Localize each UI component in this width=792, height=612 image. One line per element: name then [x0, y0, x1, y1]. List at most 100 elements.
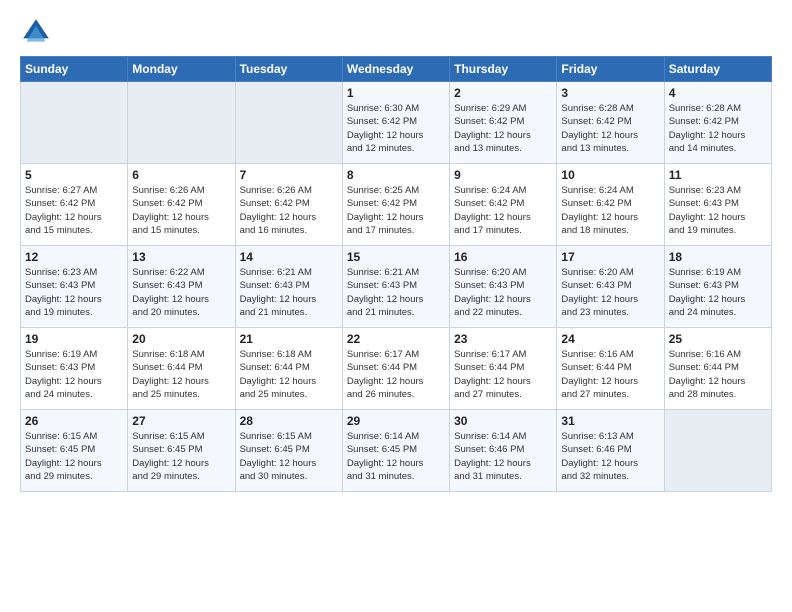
calendar-cell: 18 Sunrise: 6:19 AM Sunset: 6:43 PM Dayli… — [664, 246, 771, 328]
calendar-cell: 27 Sunrise: 6:15 AM Sunset: 6:45 PM Dayli… — [128, 410, 235, 492]
day-info: Sunrise: 6:28 AM Sunset: 6:42 PM Dayligh… — [561, 102, 659, 155]
calendar-week-3: 12Sunrise: 6:23 AM Sunset: 6:43 PM Dayli… — [21, 246, 772, 328]
calendar-cell: 24Sunrise: 6:16 AM Sunset: 6:44 PM Dayli… — [557, 328, 664, 410]
day-info: Sunrise: 6:21 AM Sunset: 6:43 PM Dayligh… — [347, 266, 445, 319]
day-info: Sunrise: 6:15 AM Sunset: 6:45 PM Dayligh… — [240, 430, 338, 483]
calendar-cell: 19 Sunrise: 6:19 AM Sunset: 6:43 PM Dayli… — [21, 328, 128, 410]
calendar-cell: 29 Sunrise: 6:14 AM Sunset: 6:45 PM Dayli… — [342, 410, 449, 492]
weekday-header-sunday: Sunday — [21, 57, 128, 82]
day-number: 11 — [669, 168, 767, 182]
day-info: Sunrise: 6:19 AM Sunset: 6:43 PM Dayligh… — [669, 266, 767, 319]
day-info: Sunrise: 6:18 AM Sunset: 6:44 PM Dayligh… — [240, 348, 338, 401]
day-number: 2 — [454, 86, 552, 100]
day-number: 16 — [454, 250, 552, 264]
calendar-cell — [21, 82, 128, 164]
calendar-cell: 22 Sunrise: 6:17 AM Sunset: 6:44 PM Dayli… — [342, 328, 449, 410]
day-number: 10 — [561, 168, 659, 182]
day-info: Sunrise: 6:17 AM Sunset: 6:44 PM Dayligh… — [347, 348, 445, 401]
day-number: 8 — [347, 168, 445, 182]
day-info: Sunrise: 6:17 AM Sunset: 6:44 PM Dayligh… — [454, 348, 552, 401]
calendar-cell: 16 Sunrise: 6:20 AM Sunset: 6:43 PM Dayli… — [450, 246, 557, 328]
day-info: Sunrise: 6:24 AM Sunset: 6:42 PM Dayligh… — [561, 184, 659, 237]
header-area — [20, 16, 772, 48]
day-info: Sunrise: 6:23 AM Sunset: 6:43 PM Dayligh… — [669, 184, 767, 237]
day-info: Sunrise: 6:15 AM Sunset: 6:45 PM Dayligh… — [25, 430, 123, 483]
day-number: 1 — [347, 86, 445, 100]
day-info: Sunrise: 6:21 AM Sunset: 6:43 PM Dayligh… — [240, 266, 338, 319]
day-number: 18 — [669, 250, 767, 264]
day-number: 15 — [347, 250, 445, 264]
calendar-week-1: 1 Sunrise: 6:30 AM Sunset: 6:42 PM Daylig… — [21, 82, 772, 164]
day-info: Sunrise: 6:27 AM Sunset: 6:42 PM Dayligh… — [25, 184, 123, 237]
day-info: Sunrise: 6:26 AM Sunset: 6:42 PM Dayligh… — [132, 184, 230, 237]
day-number: 3 — [561, 86, 659, 100]
weekday-header-saturday: Saturday — [664, 57, 771, 82]
calendar-cell: 11 Sunrise: 6:23 AM Sunset: 6:43 PM Dayli… — [664, 164, 771, 246]
day-number: 27 — [132, 414, 230, 428]
day-info: Sunrise: 6:22 AM Sunset: 6:43 PM Dayligh… — [132, 266, 230, 319]
calendar-cell: 15 Sunrise: 6:21 AM Sunset: 6:43 PM Dayli… — [342, 246, 449, 328]
day-info: Sunrise: 6:16 AM Sunset: 6:44 PM Dayligh… — [561, 348, 659, 401]
calendar-cell: 12Sunrise: 6:23 AM Sunset: 6:43 PM Dayli… — [21, 246, 128, 328]
calendar-cell: 8 Sunrise: 6:25 AM Sunset: 6:42 PM Daylig… — [342, 164, 449, 246]
weekday-header-monday: Monday — [128, 57, 235, 82]
day-number: 21 — [240, 332, 338, 346]
logo-icon — [20, 16, 52, 48]
day-number: 22 — [347, 332, 445, 346]
calendar-cell: 23 Sunrise: 6:17 AM Sunset: 6:44 PM Dayli… — [450, 328, 557, 410]
calendar-cell: 6 Sunrise: 6:26 AM Sunset: 6:42 PM Daylig… — [128, 164, 235, 246]
day-info: Sunrise: 6:24 AM Sunset: 6:42 PM Dayligh… — [454, 184, 552, 237]
day-info: Sunrise: 6:14 AM Sunset: 6:46 PM Dayligh… — [454, 430, 552, 483]
day-info: Sunrise: 6:20 AM Sunset: 6:43 PM Dayligh… — [561, 266, 659, 319]
day-number: 20 — [132, 332, 230, 346]
calendar-cell: 4 Sunrise: 6:28 AM Sunset: 6:42 PM Daylig… — [664, 82, 771, 164]
calendar-cell: 26 Sunrise: 6:15 AM Sunset: 6:45 PM Dayli… — [21, 410, 128, 492]
calendar-cell: 1 Sunrise: 6:30 AM Sunset: 6:42 PM Daylig… — [342, 82, 449, 164]
day-number: 4 — [669, 86, 767, 100]
day-number: 13 — [132, 250, 230, 264]
calendar-cell: 25Sunrise: 6:16 AM Sunset: 6:44 PM Dayli… — [664, 328, 771, 410]
calendar-cell: 9 Sunrise: 6:24 AM Sunset: 6:42 PM Daylig… — [450, 164, 557, 246]
calendar-cell: 7 Sunrise: 6:26 AM Sunset: 6:42 PM Daylig… — [235, 164, 342, 246]
day-info: Sunrise: 6:14 AM Sunset: 6:45 PM Dayligh… — [347, 430, 445, 483]
calendar-cell: 21 Sunrise: 6:18 AM Sunset: 6:44 PM Dayli… — [235, 328, 342, 410]
calendar-week-4: 19 Sunrise: 6:19 AM Sunset: 6:43 PM Dayli… — [21, 328, 772, 410]
calendar-cell: 13 Sunrise: 6:22 AM Sunset: 6:43 PM Dayli… — [128, 246, 235, 328]
day-number: 14 — [240, 250, 338, 264]
day-info: Sunrise: 6:28 AM Sunset: 6:42 PM Dayligh… — [669, 102, 767, 155]
weekday-header-thursday: Thursday — [450, 57, 557, 82]
day-info: Sunrise: 6:26 AM Sunset: 6:42 PM Dayligh… — [240, 184, 338, 237]
day-number: 6 — [132, 168, 230, 182]
day-number: 28 — [240, 414, 338, 428]
weekday-header-row: SundayMondayTuesdayWednesdayThursdayFrid… — [21, 57, 772, 82]
calendar-week-5: 26 Sunrise: 6:15 AM Sunset: 6:45 PM Dayli… — [21, 410, 772, 492]
day-info: Sunrise: 6:29 AM Sunset: 6:42 PM Dayligh… — [454, 102, 552, 155]
calendar-table: SundayMondayTuesdayWednesdayThursdayFrid… — [20, 56, 772, 492]
day-number: 25 — [669, 332, 767, 346]
weekday-header-wednesday: Wednesday — [342, 57, 449, 82]
calendar-week-2: 5 Sunrise: 6:27 AM Sunset: 6:42 PM Daylig… — [21, 164, 772, 246]
day-number: 23 — [454, 332, 552, 346]
day-number: 5 — [25, 168, 123, 182]
day-info: Sunrise: 6:20 AM Sunset: 6:43 PM Dayligh… — [454, 266, 552, 319]
logo — [20, 16, 56, 48]
day-info: Sunrise: 6:25 AM Sunset: 6:42 PM Dayligh… — [347, 184, 445, 237]
calendar-cell — [664, 410, 771, 492]
day-number: 29 — [347, 414, 445, 428]
day-number: 7 — [240, 168, 338, 182]
day-number: 26 — [25, 414, 123, 428]
calendar-cell: 14 Sunrise: 6:21 AM Sunset: 6:43 PM Dayli… — [235, 246, 342, 328]
day-number: 9 — [454, 168, 552, 182]
day-info: Sunrise: 6:19 AM Sunset: 6:43 PM Dayligh… — [25, 348, 123, 401]
calendar-cell: 17Sunrise: 6:20 AM Sunset: 6:43 PM Dayli… — [557, 246, 664, 328]
day-number: 19 — [25, 332, 123, 346]
day-info: Sunrise: 6:30 AM Sunset: 6:42 PM Dayligh… — [347, 102, 445, 155]
calendar-cell: 2 Sunrise: 6:29 AM Sunset: 6:42 PM Daylig… — [450, 82, 557, 164]
calendar-cell: 10 Sunrise: 6:24 AM Sunset: 6:42 PM Dayli… — [557, 164, 664, 246]
day-info: Sunrise: 6:15 AM Sunset: 6:45 PM Dayligh… — [132, 430, 230, 483]
calendar-cell: 20Sunrise: 6:18 AM Sunset: 6:44 PM Dayli… — [128, 328, 235, 410]
calendar-cell: 30 Sunrise: 6:14 AM Sunset: 6:46 PM Dayli… — [450, 410, 557, 492]
day-number: 30 — [454, 414, 552, 428]
calendar-cell — [235, 82, 342, 164]
calendar-cell: 31Sunrise: 6:13 AM Sunset: 6:46 PM Dayli… — [557, 410, 664, 492]
